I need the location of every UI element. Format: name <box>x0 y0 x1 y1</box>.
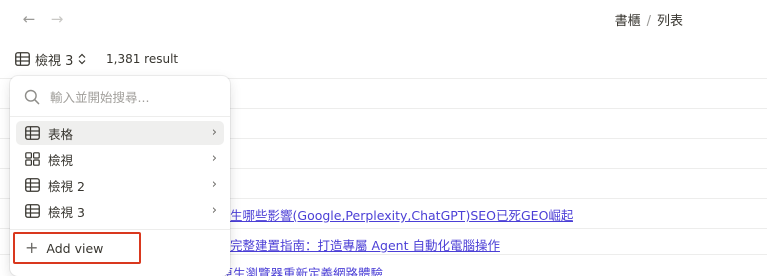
search-icon <box>24 89 40 105</box>
gallery-icon <box>25 152 40 166</box>
table-row-link[interactable]: 完整建置指南：打造專屬 Agent 自動化電腦操作 <box>230 235 500 254</box>
breadcrumb-bookshelf[interactable]: 書櫃 <box>615 14 641 29</box>
breadcrumb-list[interactable]: 列表 <box>657 14 683 29</box>
table-icon <box>25 178 40 192</box>
view-toolbar: 檢視 3 1,381 result <box>0 44 767 74</box>
view-item-label: 檢視 <box>48 152 74 168</box>
view-search-input[interactable] <box>50 89 200 105</box>
view-item-label: 表格 <box>48 126 74 142</box>
chevron-updown-icon <box>78 53 86 65</box>
chevron-right-icon: › <box>211 177 217 192</box>
forward-arrow-icon[interactable]: → <box>47 9 67 29</box>
chevron-right-icon: › <box>211 151 217 166</box>
add-view-button[interactable]: + Add view <box>13 232 141 264</box>
dropdown-divider <box>10 116 230 117</box>
view-item-view-2[interactable]: 檢視 2 › <box>16 173 224 197</box>
table-row-link[interactable]: 生哪些影響(Google,Perplexity,ChatGPT)SEO已死GEO… <box>230 205 573 224</box>
chevron-right-icon: › <box>211 203 217 218</box>
view-item-table[interactable]: 表格 › <box>16 121 224 145</box>
table-icon <box>25 126 40 140</box>
view-switcher-label: 檢視 3 <box>35 53 74 69</box>
dropdown-divider <box>10 229 230 230</box>
view-switcher-button[interactable]: 檢視 3 <box>10 46 91 72</box>
table-icon <box>25 204 40 218</box>
view-item-view-3[interactable]: 檢視 3 › <box>16 199 224 223</box>
view-search <box>24 88 200 106</box>
result-count: 1,381 result <box>106 52 179 66</box>
table-grid-icon <box>15 52 30 66</box>
plus-icon: + <box>25 238 39 257</box>
breadcrumb-separator: / <box>646 14 651 29</box>
view-item-label: 檢視 3 <box>48 204 85 220</box>
back-arrow-icon[interactable]: ← <box>19 9 39 29</box>
chevron-right-icon: › <box>211 125 217 140</box>
view-dropdown-menu: 表格 › 檢視 › 檢視 2 › 檢視 3 › <box>10 76 230 276</box>
top-bar: ← → 書櫃 / 列表 <box>0 0 767 38</box>
view-item-gallery[interactable]: 檢視 › <box>16 147 224 171</box>
add-view-label: Add view <box>46 240 104 256</box>
view-item-label: 檢視 2 <box>48 178 85 194</box>
breadcrumb: 書櫃 / 列表 <box>615 10 683 29</box>
